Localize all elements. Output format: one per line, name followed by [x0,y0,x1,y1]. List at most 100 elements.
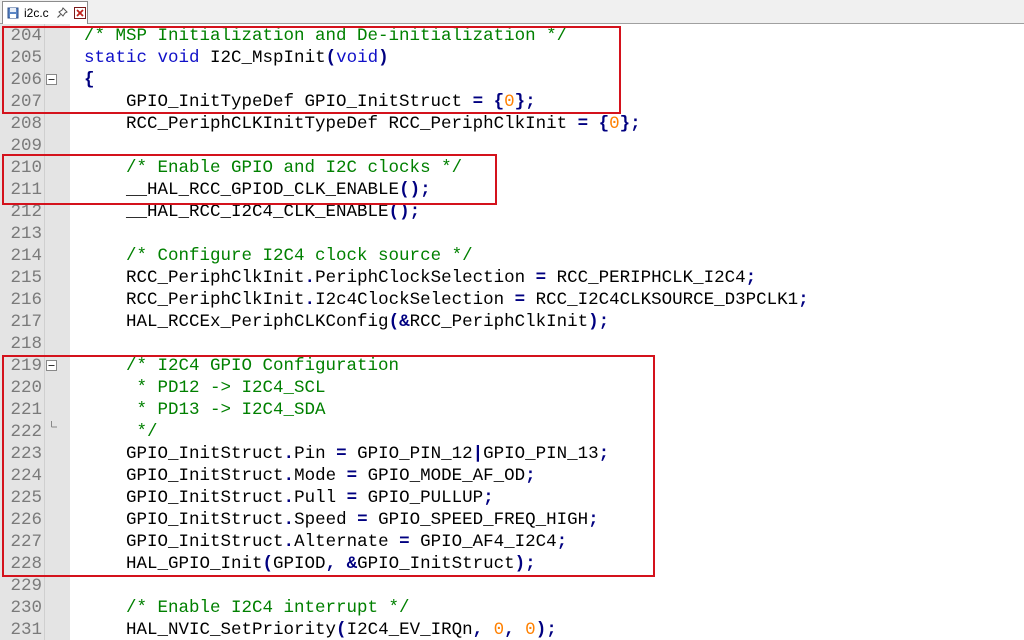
code-line[interactable]: /* Configure I2C4 clock source */ [84,245,473,267]
line-number: 222 [10,422,42,442]
code-token: void [336,48,379,68]
line-number: 213 [10,224,42,244]
fold-margin[interactable] [44,24,70,640]
tab-i2c-c[interactable]: i2c.c [2,1,88,24]
code-token: = [346,488,358,508]
code-line[interactable]: static void I2C_MspInit(void) [84,47,389,69]
code-token: . [283,532,295,552]
code-line[interactable]: HAL_RCCEx_PeriphCLKConfig(&RCC_PeriphClk… [84,311,609,333]
code-token: I2C_MspInit [199,48,326,68]
code-token: GPIO_PIN_13 [483,444,599,464]
code-token: = [346,466,358,486]
code-token: GPIO_SPEED_FREQ_HIGH [367,510,589,530]
code-token: = [399,532,410,552]
code-line[interactable]: * PD13 -> I2C4_SDA [84,399,326,421]
code-token: ( [336,620,347,640]
code-line[interactable]: { [84,69,95,91]
code-line[interactable]: /* I2C4 GPIO Configuration [84,355,399,377]
code-token: GPIO_InitStruct [84,532,284,552]
code-token: RCC_PeriphClkInit [84,268,305,288]
line-number: 210 [10,158,42,178]
code-token: HAL_RCCEx_PeriphCLKConfig [84,312,389,332]
code-token: ; [798,290,809,310]
code-line[interactable]: GPIO_InitStruct.Pin = GPIO_PIN_12|GPIO_P… [84,443,609,465]
code-token: HAL_NVIC_SetPriority [84,620,337,640]
code-editor[interactable]: 204 205 206 207 208 209 210 211 212 213 214 215 216 2… [0,24,1024,640]
code-token: }; [619,114,641,134]
code-token: }; [514,92,536,112]
code-token: /* MSP Initialization and De-initializat… [84,26,568,46]
code-token: */ [136,422,158,442]
code-token: { [84,70,95,90]
code-token: /* Configure I2C4 clock source */ [126,246,473,266]
code-token: (); [388,202,421,222]
line-number: 211 [10,180,42,200]
close-icon[interactable] [74,7,86,19]
code-line[interactable]: /* Enable GPIO and I2C clocks */ [84,157,462,179]
code-token: { [598,114,610,134]
code-token: I2c4ClockSelection [315,290,515,310]
code-token: RCC_PeriphClkInit [409,312,589,332]
code-token: | [472,444,484,464]
code-token: 0 [525,620,536,640]
code-token: __HAL_RCC_GPIOD_CLK_ENABLE [84,180,400,200]
code-token: = [472,92,484,112]
code-line[interactable]: /* MSP Initialization and De-initializat… [84,25,567,47]
line-number: 221 [10,400,42,420]
line-number: 228 [10,554,42,574]
line-number: 224 [10,466,42,486]
code-token: RCC_I2C4CLKSOURCE_D3PCLK1 [525,290,799,310]
code-token: GPIO_InitStruct [84,510,284,530]
code-token: Mode [294,466,347,486]
code-line[interactable]: /* Enable I2C4 interrupt */ [84,597,410,619]
fold-collapse-icon[interactable] [46,74,57,85]
code-line[interactable]: */ [84,421,158,443]
code-token: /* I2C4 GPIO Configuration [126,356,400,376]
code-token: = [535,268,547,288]
code-token: GPIO_InitStruct [357,554,515,574]
code-line[interactable]: HAL_NVIC_SetPriority(I2C4_EV_IRQn, 0, 0)… [84,619,557,640]
code-token: , [504,620,515,640]
code-token: GPIO_InitStruct [84,488,284,508]
code-token: static [84,48,148,68]
code-line[interactable]: * PD12 -> I2C4_SCL [84,377,326,399]
code-line[interactable]: RCC_PeriphClkInit.PeriphClockSelection =… [84,267,756,289]
code-token: = [336,444,347,464]
code-token: ; [745,268,757,288]
code-line[interactable]: __HAL_RCC_GPIOD_CLK_ENABLE(); [84,179,431,201]
code-token: 0 [504,92,515,112]
code-token: = [357,510,368,530]
code-token: 0 [493,620,505,640]
file-icon [7,7,19,19]
code-token: & [346,554,358,574]
code-token: ) [378,48,389,68]
code-token: Alternate [294,532,400,552]
code-token: Pin [294,444,337,464]
pin-icon[interactable] [57,7,68,19]
code-token: GPIO_AF4_I2C4 [409,532,557,552]
code-line[interactable]: __HAL_RCC_I2C4_CLK_ENABLE(); [84,201,420,223]
code-line[interactable]: RCC_PeriphCLKInitTypeDef RCC_PeriphClkIn… [84,113,641,135]
code-token: Speed [294,510,358,530]
code-line[interactable]: GPIO_InitTypeDef GPIO_InitStruct = {0}; [84,91,536,113]
code-line[interactable]: RCC_PeriphClkInit.I2c4ClockSelection = R… [84,289,809,311]
line-number: 216 [10,290,42,310]
line-number: 207 [10,92,42,112]
code-token: . [304,290,316,310]
code-line[interactable]: HAL_GPIO_Init(GPIOD, &GPIO_InitStruct); [84,553,536,575]
code-line[interactable]: GPIO_InitStruct.Speed = GPIO_SPEED_FREQ_… [84,509,599,531]
code-line[interactable]: GPIO_InitStruct.Alternate = GPIO_AF4_I2C… [84,531,567,553]
code-line[interactable]: GPIO_InitStruct.Pull = GPIO_PULLUP; [84,487,494,509]
fold-collapse-icon[interactable] [46,360,57,371]
tab-bar: i2c.c [0,0,1024,24]
line-number: 223 [10,444,42,464]
code-line[interactable]: GPIO_InitStruct.Mode = GPIO_MODE_AF_OD; [84,465,536,487]
line-number: 231 [10,620,42,640]
code-token: ; [483,488,494,508]
code-token: . [283,510,295,530]
